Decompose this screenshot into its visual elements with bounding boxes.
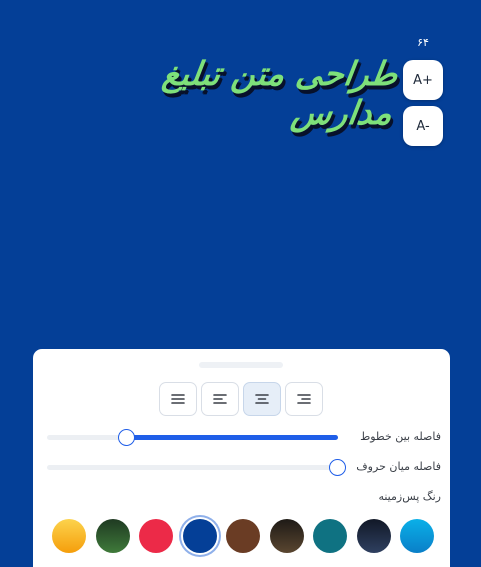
letter-spacing-slider[interactable] bbox=[47, 459, 346, 476]
decrease-font-button[interactable]: A- bbox=[403, 106, 443, 146]
letter-spacing-thumb[interactable] bbox=[329, 459, 346, 476]
panel-drag-handle[interactable] bbox=[199, 362, 283, 368]
text-settings-panel: فاصله بین خطوط فاصله میان حروف رنگ پس‌زم… bbox=[33, 349, 450, 567]
line-spacing-slider[interactable] bbox=[47, 429, 338, 446]
align-center-icon bbox=[255, 394, 269, 404]
letter-spacing-label: فاصله میان حروف bbox=[356, 460, 441, 473]
align-justify-button[interactable] bbox=[159, 382, 197, 416]
color-swatch[interactable] bbox=[139, 519, 173, 553]
color-swatch[interactable] bbox=[52, 519, 86, 553]
line-spacing-fill bbox=[126, 435, 338, 440]
line-spacing-thumb[interactable] bbox=[117, 429, 135, 446]
color-swatch[interactable] bbox=[269, 519, 304, 553]
color-swatch[interactable] bbox=[356, 519, 391, 553]
color-swatch[interactable] bbox=[226, 519, 260, 553]
align-justify-icon bbox=[171, 394, 185, 404]
align-right-icon bbox=[297, 394, 311, 404]
increase-font-button[interactable]: A+ bbox=[403, 60, 443, 100]
color-swatch[interactable] bbox=[313, 519, 347, 553]
background-color-label: رنگ پس‌زمینه bbox=[378, 490, 441, 503]
color-swatch[interactable] bbox=[182, 519, 217, 553]
font-size-value: ۶۴ bbox=[417, 36, 429, 49]
color-swatch[interactable] bbox=[400, 519, 434, 553]
align-left-icon bbox=[213, 394, 227, 404]
align-left-button[interactable] bbox=[201, 382, 239, 416]
align-center-button[interactable] bbox=[243, 382, 281, 416]
align-right-button[interactable] bbox=[285, 382, 323, 416]
color-swatch[interactable] bbox=[95, 519, 130, 553]
line-spacing-label: فاصله بین خطوط bbox=[360, 430, 441, 443]
headline-text[interactable]: طراحی متن تبلیغ مدارس bbox=[45, 54, 400, 132]
